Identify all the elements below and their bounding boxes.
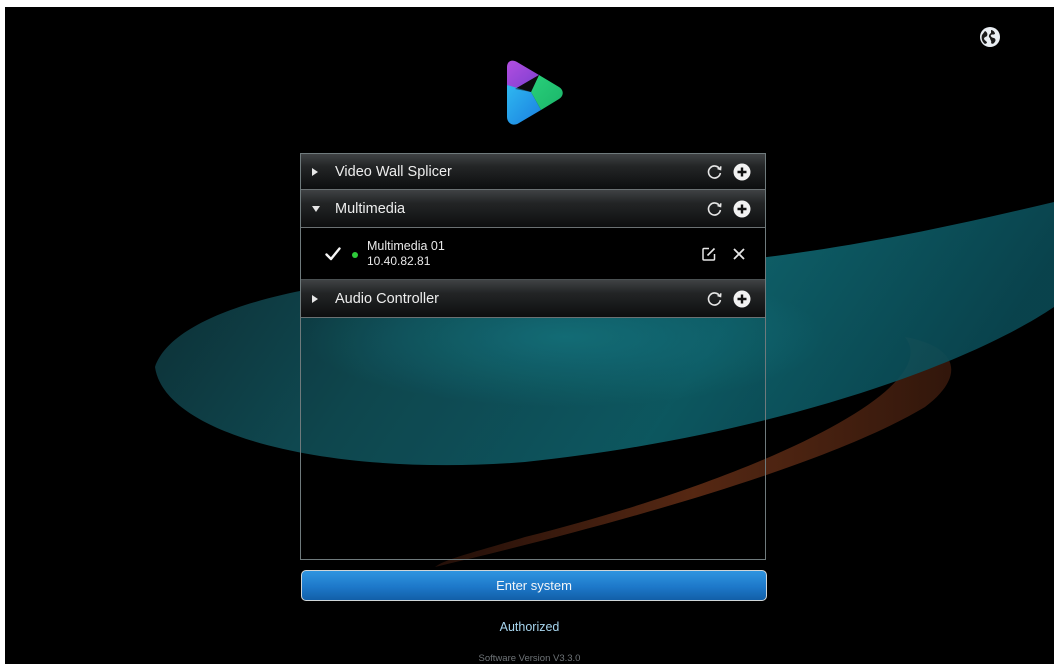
refresh-button[interactable]: [705, 163, 723, 181]
enter-system-button[interactable]: Enter system: [301, 570, 767, 601]
refresh-icon: [707, 202, 722, 216]
add-device-button[interactable]: [733, 200, 751, 218]
refresh-icon: [707, 165, 722, 179]
add-device-button[interactable]: [733, 163, 751, 181]
caret-right-icon: [311, 167, 335, 177]
edit-icon: [702, 247, 716, 261]
checkmark-icon: [325, 246, 343, 261]
refresh-button[interactable]: [705, 200, 723, 218]
device-row-multimedia-01[interactable]: Multimedia 01 10.40.82.81: [301, 228, 765, 280]
software-version: Software Version V3.3.0: [478, 653, 581, 664]
group-header-audio-controller[interactable]: Audio Controller: [301, 280, 765, 318]
caret-right-icon: [311, 294, 335, 304]
app-logo: [501, 59, 565, 129]
group-title: Video Wall Splicer: [335, 163, 452, 180]
language-globe-button[interactable]: [979, 26, 1001, 48]
device-ip: 10.40.82.81: [367, 253, 431, 268]
globe-icon: [980, 27, 1000, 47]
app-screen: Video Wall Splicer Multimedia Multimedia…: [5, 7, 1054, 664]
authorized-link[interactable]: Authorized: [500, 620, 560, 634]
group-title: Multimedia: [335, 200, 406, 217]
add-device-button[interactable]: [733, 290, 751, 308]
authorized-status: Authorized: [5, 620, 1054, 634]
group-header-video-wall-splicer[interactable]: Video Wall Splicer: [301, 154, 765, 190]
device-panel: Video Wall Splicer Multimedia Multimedia…: [300, 153, 766, 560]
refresh-button[interactable]: [705, 290, 723, 308]
plus-circle-icon: [733, 290, 751, 307]
edit-device-button[interactable]: [700, 245, 718, 263]
plus-circle-icon: [733, 200, 751, 217]
device-name: Multimedia 01: [367, 238, 445, 253]
group-title: Audio Controller: [335, 290, 439, 307]
caret-down-icon: [311, 205, 335, 213]
plus-circle-icon: [733, 163, 751, 180]
refresh-icon: [707, 292, 722, 306]
online-status-dot: [352, 251, 358, 258]
close-icon: [733, 247, 745, 260]
group-header-multimedia[interactable]: Multimedia: [301, 190, 765, 228]
delete-device-button[interactable]: [730, 245, 748, 263]
